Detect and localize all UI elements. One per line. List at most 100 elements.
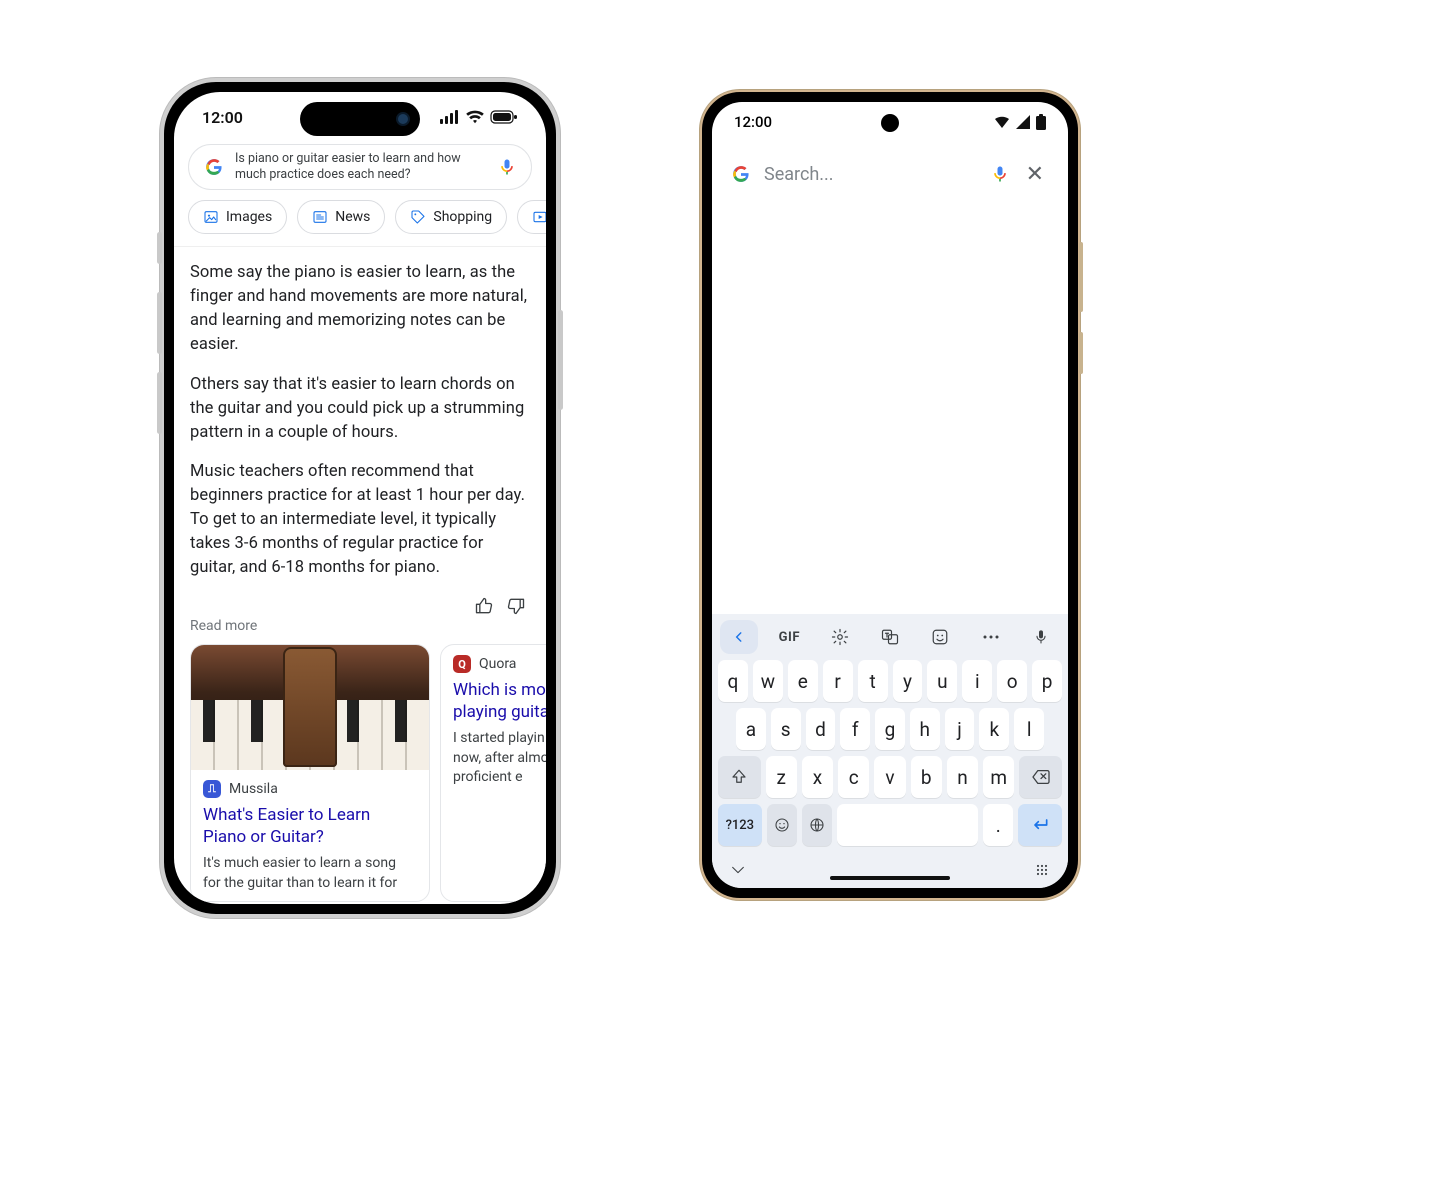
key-j[interactable]: j xyxy=(945,708,975,750)
status-time: 12:00 xyxy=(734,113,772,131)
period-key[interactable]: . xyxy=(983,804,1013,846)
card-source: Mussila xyxy=(229,781,278,797)
filter-chips: Images News Shopping Vide xyxy=(174,200,546,246)
close-icon[interactable]: ✕ xyxy=(1022,162,1048,187)
symbols-key[interactable]: ?123 xyxy=(718,804,762,846)
divider xyxy=(174,246,546,247)
iphone-power xyxy=(558,310,563,410)
result-card[interactable]: Q Quora Which is more playing piano play… xyxy=(440,644,546,902)
kb-row3: zxcvbnm xyxy=(718,756,1062,798)
lang-key[interactable] xyxy=(802,804,832,846)
android-device: 12:00 Search... ✕ GIF xyxy=(700,90,1080,900)
battery-icon xyxy=(1036,114,1046,130)
chip-news[interactable]: News xyxy=(297,200,385,234)
iphone-device: 12:00 Is piano or guitar easier to learn… xyxy=(160,78,560,918)
key-n[interactable]: n xyxy=(947,756,978,798)
key-k[interactable]: k xyxy=(979,708,1009,750)
status-time: 12:00 xyxy=(202,108,243,127)
key-l[interactable]: l xyxy=(1014,708,1044,750)
key-o[interactable]: o xyxy=(997,660,1027,702)
search-query: Is piano or guitar easier to learn and h… xyxy=(235,151,487,182)
key-s[interactable]: s xyxy=(771,708,801,750)
wifi-icon xyxy=(994,115,1010,129)
chip-shopping[interactable]: Shopping xyxy=(395,200,507,234)
mic-icon[interactable] xyxy=(990,164,1010,184)
key-v[interactable]: v xyxy=(874,756,905,798)
android-vol xyxy=(1079,242,1083,312)
key-p[interactable]: p xyxy=(1032,660,1062,702)
read-more-link[interactable]: Read more xyxy=(174,618,546,644)
space-key[interactable] xyxy=(837,804,978,846)
kb-row4: ?123 . xyxy=(718,804,1062,846)
kb-more-icon[interactable] xyxy=(972,620,1010,654)
chip-videos[interactable]: Vide xyxy=(517,200,546,234)
thumbs-down-icon[interactable] xyxy=(506,596,526,616)
key-e[interactable]: e xyxy=(788,660,818,702)
video-icon xyxy=(532,209,546,225)
mic-icon[interactable] xyxy=(497,157,517,177)
key-u[interactable]: u xyxy=(927,660,957,702)
card-snippet: I started playin instruments th now, aft… xyxy=(441,729,546,796)
kb-gif-button[interactable]: GIF xyxy=(770,620,808,654)
card-source: Quora xyxy=(479,656,516,672)
key-q[interactable]: q xyxy=(718,660,748,702)
kb-row1: qwertyuiop xyxy=(718,660,1062,702)
kb-mic-icon[interactable] xyxy=(1022,620,1060,654)
search-bar[interactable]: Search... ✕ xyxy=(726,152,1054,196)
kb-back-icon[interactable] xyxy=(720,620,758,654)
key-r[interactable]: r xyxy=(823,660,853,702)
shopping-icon xyxy=(410,209,426,225)
images-icon xyxy=(203,209,219,225)
keyboard: GIF qwertyuiop asdfghjkl zxcvbnm xyxy=(712,614,1068,888)
search-placeholder: Search... xyxy=(764,164,978,185)
enter-key[interactable] xyxy=(1018,804,1062,846)
answer-p3: Music teachers often recommend that begi… xyxy=(190,460,530,580)
google-logo-icon xyxy=(203,156,225,178)
card-snippet: It's much easier to learn a song for the… xyxy=(191,854,429,901)
key-d[interactable]: d xyxy=(806,708,836,750)
key-f[interactable]: f xyxy=(840,708,870,750)
key-b[interactable]: b xyxy=(911,756,942,798)
home-bar[interactable] xyxy=(830,876,950,880)
cell-signal-icon xyxy=(440,110,460,124)
iphone-vol-up xyxy=(157,292,162,354)
kb-row2: asdfghjkl xyxy=(718,708,1062,750)
kb-translate-icon[interactable] xyxy=(871,620,909,654)
shift-key[interactable] xyxy=(718,756,761,798)
card-title: What's Easier to Learn Piano or Guitar? xyxy=(191,804,429,854)
key-m[interactable]: m xyxy=(983,756,1014,798)
key-h[interactable]: h xyxy=(910,708,940,750)
kb-settings-icon[interactable] xyxy=(821,620,859,654)
key-a[interactable]: a xyxy=(736,708,766,750)
empty-area xyxy=(712,196,1068,614)
wifi-icon xyxy=(466,110,484,124)
result-card[interactable]: ⎍ Mussila What's Easier to Learn Piano o… xyxy=(190,644,430,902)
emoji-key[interactable] xyxy=(767,804,797,846)
key-g[interactable]: g xyxy=(875,708,905,750)
kb-sticker-icon[interactable] xyxy=(921,620,959,654)
key-c[interactable]: c xyxy=(838,756,869,798)
key-y[interactable]: y xyxy=(893,660,923,702)
kb-collapse-icon[interactable] xyxy=(730,864,746,876)
cell-signal-icon xyxy=(1016,115,1030,129)
backspace-key[interactable] xyxy=(1019,756,1062,798)
key-w[interactable]: w xyxy=(753,660,783,702)
chip-images[interactable]: Images xyxy=(188,200,287,234)
search-bar[interactable]: Is piano or guitar easier to learn and h… xyxy=(188,144,532,190)
key-z[interactable]: z xyxy=(766,756,797,798)
iphone-vol-down xyxy=(157,372,162,434)
ai-answer: Some say the piano is easier to learn, a… xyxy=(174,255,546,618)
kb-grid-icon[interactable] xyxy=(1034,862,1050,878)
key-x[interactable]: x xyxy=(802,756,833,798)
google-logo-icon xyxy=(730,163,752,185)
card-thumbnail xyxy=(191,645,429,770)
mussila-icon: ⎍ xyxy=(203,780,221,798)
key-t[interactable]: t xyxy=(858,660,888,702)
thumbs-up-icon[interactable] xyxy=(474,596,494,616)
quora-icon: Q xyxy=(453,655,471,673)
result-cards: ⎍ Mussila What's Easier to Learn Piano o… xyxy=(174,644,546,902)
battery-icon xyxy=(490,110,518,124)
android-power xyxy=(1079,332,1083,374)
iphone-ring-switch xyxy=(157,232,162,264)
key-i[interactable]: i xyxy=(962,660,992,702)
